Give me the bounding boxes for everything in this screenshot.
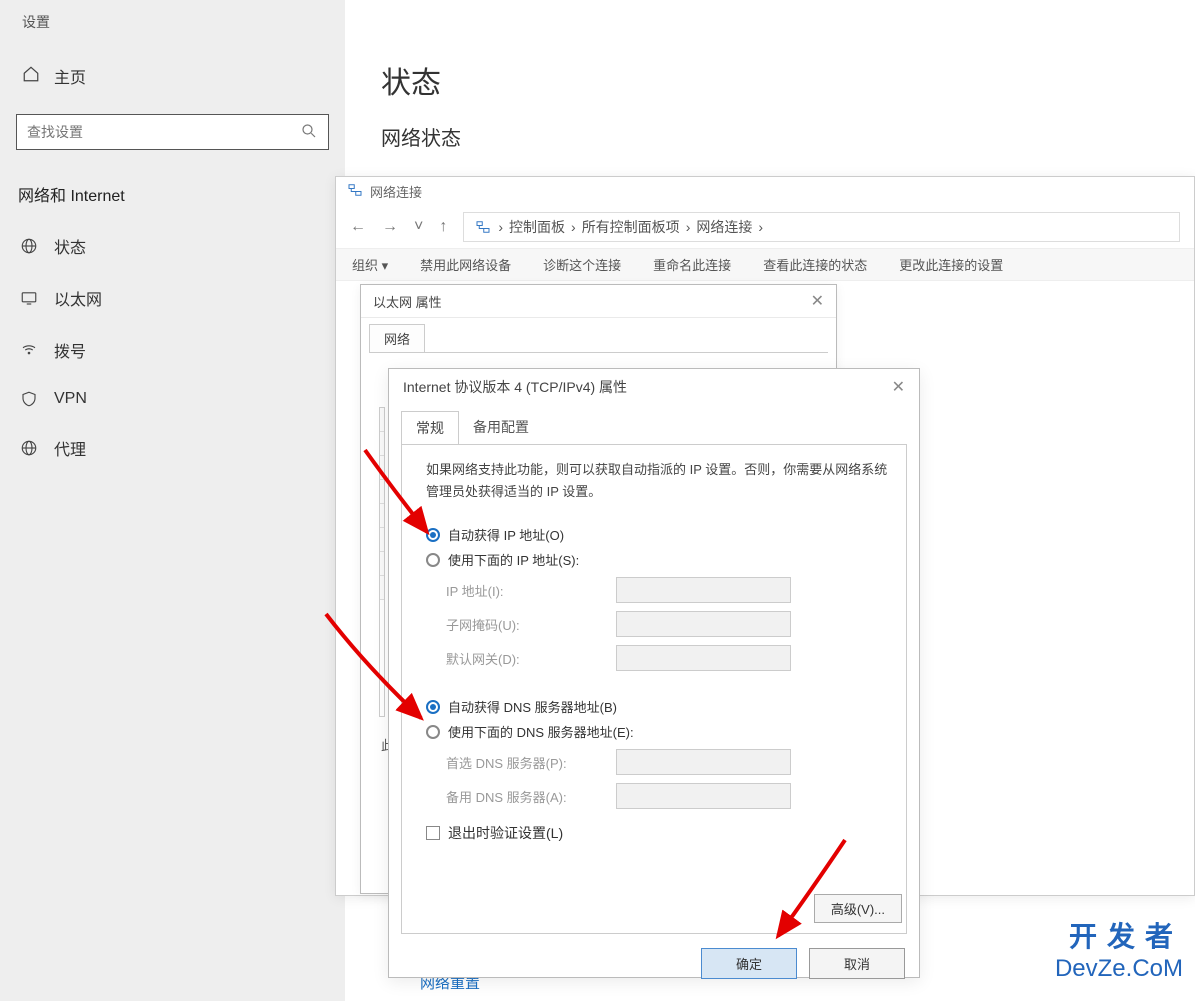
up-arrow-icon[interactable]: ↑ (439, 218, 447, 236)
lbl-gateway: 默认网关(D): (446, 649, 616, 668)
input-preferred-dns[interactable] (616, 749, 791, 775)
sidebar-item-label: 以太网 (54, 286, 102, 310)
toolbar-rename[interactable]: 重命名此连接 (653, 255, 731, 274)
radio-auto-dns[interactable]: 自动获得 DNS 服务器地址(B) (426, 697, 888, 716)
ipv4-title: Internet 协议版本 4 (TCP/IPv4) 属性 (403, 377, 627, 397)
search-input[interactable] (27, 124, 300, 140)
sidebar-item-label: 状态 (54, 234, 86, 258)
forward-arrow-icon[interactable]: → (382, 218, 398, 236)
nc-navrow: ← → ˅ ↑ › 控制面板› 所有控制面板项› 网络连接› (336, 206, 1194, 248)
radio-icon (426, 725, 440, 739)
ipv4-desc: 如果网络支持此功能，则可以获取自动指派的 IP 设置。否则，你需要从网络系统管理… (426, 459, 888, 503)
input-ip-address[interactable] (616, 577, 791, 603)
radio-label: 使用下面的 DNS 服务器地址(E): (448, 722, 634, 741)
sidebar-item-dialup[interactable]: 拨号 (0, 324, 345, 376)
cancel-button[interactable]: 取消 (809, 948, 905, 979)
radio-label: 自动获得 DNS 服务器地址(B) (448, 697, 617, 716)
input-gateway[interactable] (616, 645, 791, 671)
sidebar-home-label: 主页 (54, 64, 86, 88)
toolbar-changesettings[interactable]: 更改此连接的设置 (899, 255, 1003, 274)
eth-tab-network[interactable]: 网络 (369, 324, 425, 352)
vpn-icon (18, 390, 40, 408)
close-icon[interactable]: ✕ (811, 291, 824, 311)
search-icon (300, 122, 318, 143)
settings-sidebar: 设置 主页 网络和 Internet 状态 以太网 拨号 VPN (0, 0, 345, 1001)
checkbox-label: 退出时验证设置(L) (448, 823, 563, 843)
eth-title: 以太网 属性 (373, 292, 442, 311)
breadcrumb-item[interactable]: 所有控制面板项 (582, 217, 680, 237)
dns-group: 自动获得 DNS 服务器地址(B) 使用下面的 DNS 服务器地址(E): 首选… (426, 697, 888, 809)
sidebar-item-status[interactable]: 状态 (0, 220, 345, 272)
toolbar-organize[interactable]: 组织 ▾ (352, 255, 388, 274)
lbl-subnet-mask: 子网掩码(U): (446, 615, 616, 634)
close-icon[interactable]: ✕ (892, 377, 905, 397)
lbl-preferred-dns: 首选 DNS 服务器(P): (446, 753, 616, 772)
lbl-alternate-dns: 备用 DNS 服务器(A): (446, 787, 616, 806)
radio-icon (426, 528, 440, 542)
sidebar-search[interactable] (16, 114, 329, 150)
sidebar-item-vpn[interactable]: VPN (0, 376, 345, 422)
sidebar-home[interactable]: 主页 (0, 56, 345, 96)
toolbar-diagnose[interactable]: 诊断这个连接 (543, 255, 621, 274)
ok-button[interactable]: 确定 (701, 948, 797, 979)
radio-manual-ip[interactable]: 使用下面的 IP 地址(S): (426, 550, 888, 569)
advanced-button[interactable]: 高级(V)... (814, 894, 902, 923)
radio-label: 自动获得 IP 地址(O) (448, 525, 564, 544)
sidebar-item-label: 代理 (54, 436, 86, 460)
eth-component-list-partial (379, 407, 385, 717)
ipv4-panel: 如果网络支持此功能，则可以获取自动指派的 IP 设置。否则，你需要从网络系统管理… (401, 444, 907, 934)
recent-dropdown-icon[interactable]: ˅ (414, 218, 423, 236)
ipv4-tab-general[interactable]: 常规 (401, 411, 459, 445)
proxy-icon (18, 439, 40, 457)
watermark-line2: DevZe.CoM (1055, 955, 1183, 983)
settings-app-title: 设置 (22, 12, 345, 32)
network-icon (474, 218, 492, 236)
sidebar-item-proxy[interactable]: 代理 (0, 422, 345, 474)
watermark: 开发者 DevZe.CoM (1055, 915, 1183, 983)
checkbox-icon (426, 826, 440, 840)
input-subnet-mask[interactable] (616, 611, 791, 637)
dialog-ipv4-properties: Internet 协议版本 4 (TCP/IPv4) 属性 ✕ 常规 备用配置 … (388, 368, 920, 978)
nc-toolbar: 组织 ▾ 禁用此网络设备 诊断这个连接 重命名此连接 查看此连接的状态 更改此连… (336, 248, 1194, 281)
radio-icon (426, 553, 440, 567)
nc-title: 网络连接 (370, 182, 422, 201)
lbl-ip-address: IP 地址(I): (446, 581, 616, 600)
toolbar-disable[interactable]: 禁用此网络设备 (420, 255, 511, 274)
radio-auto-ip[interactable]: 自动获得 IP 地址(O) (426, 525, 888, 544)
nc-breadcrumb[interactable]: › 控制面板› 所有控制面板项› 网络连接› (463, 212, 1180, 242)
nc-titlebar: 网络连接 (336, 177, 1194, 206)
radio-icon (426, 700, 440, 714)
status-icon (18, 237, 40, 255)
breadcrumb-item[interactable]: 控制面板 (509, 217, 565, 237)
input-alternate-dns[interactable] (616, 783, 791, 809)
radio-label: 使用下面的 IP 地址(S): (448, 550, 579, 569)
sidebar-item-label: 拨号 (54, 338, 86, 362)
breadcrumb-item[interactable]: 网络连接 (696, 217, 752, 237)
section-network-status: 网络状态 (381, 122, 1159, 151)
watermark-line1: 开发者 (1055, 915, 1183, 955)
dialup-icon (18, 341, 40, 359)
back-arrow-icon[interactable]: ← (350, 218, 366, 236)
checkbox-validate-on-exit[interactable]: 退出时验证设置(L) (426, 823, 888, 843)
network-icon (346, 181, 364, 202)
sidebar-section-network: 网络和 Internet (0, 176, 345, 220)
ipv4-tab-alternate[interactable]: 备用配置 (459, 411, 543, 445)
radio-manual-dns[interactable]: 使用下面的 DNS 服务器地址(E): (426, 722, 888, 741)
toolbar-viewstatus[interactable]: 查看此连接的状态 (763, 255, 867, 274)
page-title: 状态 (381, 58, 1159, 102)
home-icon (22, 65, 40, 88)
ethernet-icon (18, 289, 40, 307)
sidebar-item-label: VPN (54, 390, 87, 408)
sidebar-item-ethernet[interactable]: 以太网 (0, 272, 345, 324)
ip-group: 自动获得 IP 地址(O) 使用下面的 IP 地址(S): IP 地址(I): … (426, 525, 888, 671)
